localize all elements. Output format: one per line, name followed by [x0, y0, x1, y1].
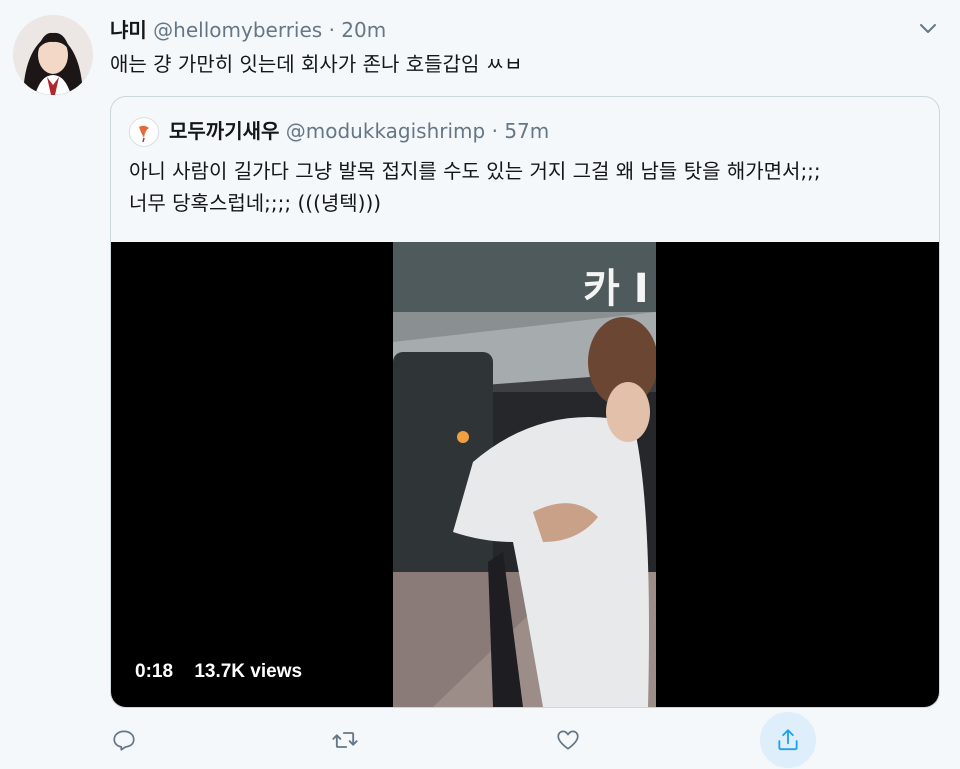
share-button[interactable] [760, 712, 816, 768]
avatar[interactable] [13, 15, 93, 95]
share-icon [778, 729, 798, 751]
storefront-sign: 카 I [583, 266, 649, 312]
video-frame: 카 I [393, 242, 656, 707]
quoted-text-line-2: 너무 당혹스럽네;;;; (((녕텍))) [129, 191, 382, 215]
video-duration: 0:18 [135, 661, 174, 682]
more-button[interactable] [916, 16, 940, 40]
reply-icon [113, 730, 135, 751]
quoted-display-name[interactable]: 모두까기새우 [169, 119, 279, 143]
quoted-header: 모두까기새우 @modukkagishrimp · 57m [169, 117, 549, 145]
retweet-icon [332, 732, 358, 748]
separator: · [328, 18, 335, 42]
quoted-text-line-1: 아니 사람이 길가다 그냥 발목 접지를 수도 있는 거지 그걸 왜 남들 탓을… [129, 159, 821, 183]
video-stats: 0:18 13.7K views [135, 661, 318, 683]
video-player[interactable]: 카 I 0:18 13.7K views [111, 242, 939, 707]
heart-icon [557, 730, 579, 750]
retweet-button[interactable] [325, 720, 365, 760]
tweet-text: 애는 걍 가만히 잇는데 회사가 존나 호들갑임 ㅆㅂ [110, 52, 523, 76]
quoted-tweet[interactable]: 모두까기새우 @modukkagishrimp · 57m 아니 사람이 길가다… [110, 96, 940, 708]
user-handle[interactable]: @hellomyberries [153, 18, 322, 42]
shrimp-avatar-image [130, 118, 158, 146]
timestamp[interactable]: 20m [341, 18, 386, 42]
video-views: 13.7K views [194, 661, 303, 682]
like-button[interactable] [548, 720, 588, 760]
quoted-timestamp[interactable]: 57m [504, 119, 549, 143]
quoted-avatar[interactable] [129, 117, 159, 147]
avatar-image [13, 15, 93, 95]
quoted-separator: · [491, 119, 498, 143]
reply-button[interactable] [104, 720, 144, 760]
tweet: 냐미 @hellomyberries · 20m 애는 걍 가만히 잇는데 회사… [0, 0, 960, 769]
tweet-header: 냐미 @hellomyberries · 20m [110, 16, 386, 44]
quoted-text: 아니 사람이 길가다 그냥 발목 접지를 수도 있는 거지 그걸 왜 남들 탓을… [129, 155, 821, 219]
chevron-down-icon [920, 24, 936, 33]
tweet-actions [110, 712, 938, 768]
quoted-handle[interactable]: @modukkagishrimp [286, 119, 485, 143]
display-name[interactable]: 냐미 [110, 18, 147, 42]
video-thumbnail: 카 I [393, 242, 656, 707]
